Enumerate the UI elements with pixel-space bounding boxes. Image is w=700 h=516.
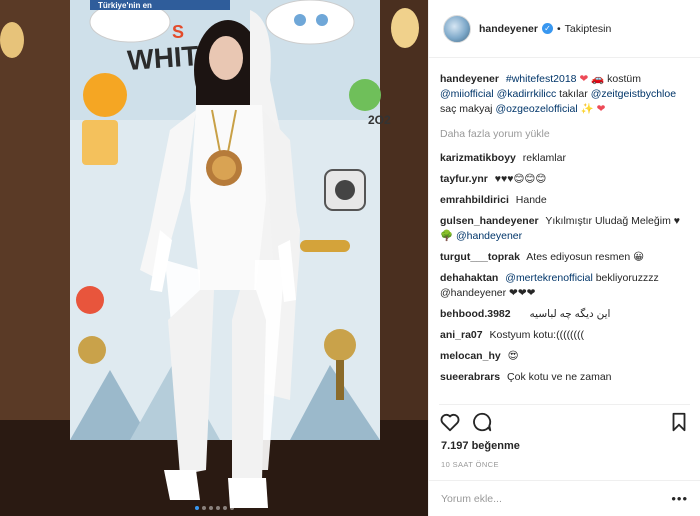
comment-username[interactable]: gulsen_handeyener xyxy=(440,215,539,227)
comment: gulsen_handeyener Yıkılmıştır Uludağ Mel… xyxy=(440,214,692,244)
comment: ani_ra07 Kostyum kotu:(((((((( xyxy=(440,328,692,343)
mention-link[interactable]: @zeitgeistbychloe xyxy=(591,88,676,100)
add-comment-bar: Yorum ekle... ••• xyxy=(429,480,700,516)
comment: emrahbildirici Hande xyxy=(440,193,692,208)
comment: melocan_hy 😍 xyxy=(440,349,692,364)
comment-text: reklamlar xyxy=(522,152,566,164)
verified-badge-icon: ✓ xyxy=(541,23,553,34)
carousel-dot[interactable] xyxy=(229,506,234,510)
caption-text: 🚗 kostüm xyxy=(591,73,642,85)
banner-text: Türkiye'nin en xyxy=(98,1,152,10)
post-timestamp: 10 SAAT ÖNCE xyxy=(441,460,499,469)
caption: handeyener #whitefest2018 ❤ 🚗 kostüm @mi… xyxy=(440,72,692,117)
comment: tayfur.ynr ♥♥♥😊😊😊 xyxy=(440,172,692,187)
carousel-dot[interactable] xyxy=(208,506,213,510)
carousel-dot[interactable] xyxy=(222,506,227,510)
bookmark-icon[interactable] xyxy=(668,411,690,433)
post-header: handeyener ✓ • Takiptesin xyxy=(429,0,700,58)
comment-text: ♥♥♥😊😊😊 xyxy=(494,173,547,185)
wordmark: WHIT xyxy=(126,40,200,76)
side-text: 2O2 xyxy=(368,113,391,127)
hashtag-link[interactable]: #whitefest2018 xyxy=(506,73,577,85)
comment-username[interactable]: behbood.3982 xyxy=(440,308,511,320)
carousel-dot[interactable] xyxy=(201,506,206,510)
comment-username[interactable]: emrahbildirici xyxy=(440,194,509,206)
comment: behbood.3982 این دیگه چه لباسیه xyxy=(440,307,692,322)
carousel-dot[interactable] xyxy=(215,506,220,510)
wordmark-top: S xyxy=(172,22,184,42)
carousel-dots xyxy=(0,506,428,510)
comment: turgut___toprak Ates ediyosun resmen 😀 xyxy=(440,250,692,265)
mention-link[interactable]: @mertekrenofficial xyxy=(505,272,593,284)
comment-icon[interactable] xyxy=(471,411,493,433)
comment-username[interactable]: turgut___toprak xyxy=(440,251,520,263)
comment-text: این دیگه چه لباسیه xyxy=(529,308,611,320)
comment: dehahaktan @mertekrenofficial bekliyoruz… xyxy=(440,271,692,301)
heart-icon[interactable] xyxy=(439,411,461,433)
comment-text: Kostyum kotu:(((((((( xyxy=(489,329,585,341)
more-icon[interactable]: ••• xyxy=(671,491,688,506)
comment: sueerabrars Çok kotu ve ne zaman xyxy=(440,370,692,385)
follow-status[interactable]: Takiptesin xyxy=(565,23,612,35)
carousel-dot[interactable] xyxy=(194,506,199,510)
caption-text: ✨ xyxy=(580,103,594,115)
action-bar xyxy=(439,404,690,434)
comment-text: Hande xyxy=(515,194,547,206)
add-comment-input[interactable]: Yorum ekle... xyxy=(441,493,502,505)
comment-text: 😍 xyxy=(507,350,519,362)
post-side-panel: handeyener ✓ • Takiptesin handeyener #wh… xyxy=(428,0,700,516)
comments-list: handeyener #whitefest2018 ❤ 🚗 kostüm @mi… xyxy=(440,72,692,392)
caption-username[interactable]: handeyener xyxy=(440,73,499,85)
caption-text: takılar xyxy=(559,88,591,100)
header-separator: • xyxy=(556,22,561,35)
comment-username[interactable]: sueerabrars xyxy=(440,371,500,383)
heart-emoji: ❤ xyxy=(596,103,606,115)
mention-link[interactable]: @handeyener xyxy=(456,230,522,242)
post-photo[interactable]: Türkiye'nin en S WHIT 2O2 xyxy=(0,0,428,516)
comment-username[interactable]: tayfur.ynr xyxy=(440,173,488,185)
mention-link[interactable]: @ozgeozelofficial xyxy=(495,103,577,115)
comment-username[interactable]: dehahaktan xyxy=(440,272,498,284)
mention-link[interactable]: @miiofficial xyxy=(440,88,494,100)
caption-text: saç makyaj xyxy=(440,103,496,115)
load-more-comments[interactable]: Daha fazla yorum yükle xyxy=(440,127,692,142)
photo-illustration: Türkiye'nin en S WHIT 2O2 xyxy=(0,0,428,516)
comment: karizmatikboyy reklamlar xyxy=(440,151,692,166)
comment-text: Çok kotu ve ne zaman xyxy=(507,371,612,383)
avatar[interactable] xyxy=(443,14,471,43)
comment-username[interactable]: melocan_hy xyxy=(440,350,501,362)
comment-text: Ates ediyosun resmen 😀 xyxy=(526,251,645,263)
header-username[interactable]: handeyener xyxy=(479,23,538,35)
comment-username[interactable]: karizmatikboyy xyxy=(440,152,516,164)
mention-link[interactable]: @kadirrkilicc xyxy=(497,88,557,100)
heart-emoji: ❤ xyxy=(579,73,589,85)
likes-count[interactable]: 7.197 beğenme xyxy=(441,440,520,452)
comment-username[interactable]: ani_ra07 xyxy=(440,329,483,341)
